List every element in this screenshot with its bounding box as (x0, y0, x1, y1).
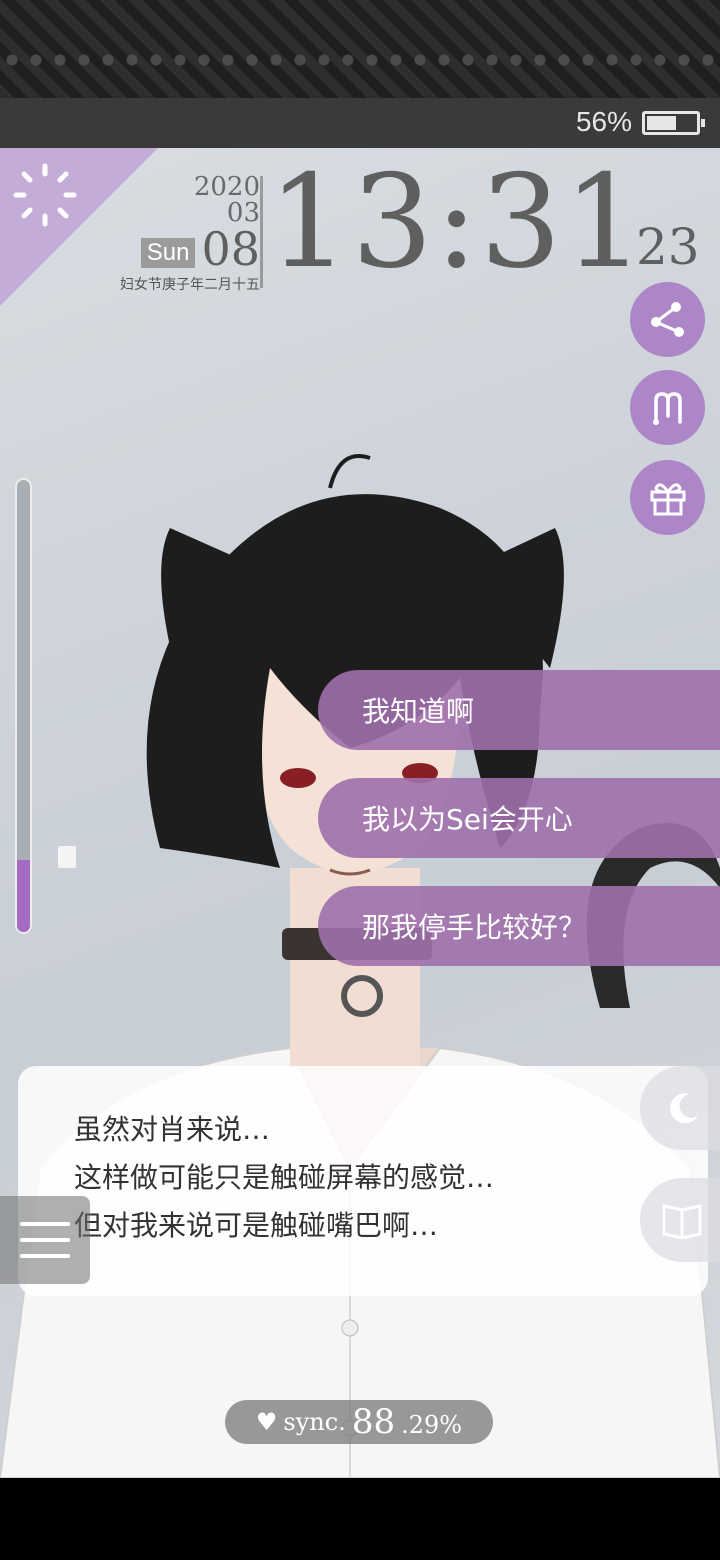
night-mode-button[interactable] (640, 1066, 720, 1150)
menu-icon (20, 1222, 70, 1226)
clock-time: 13:31 (268, 148, 647, 297)
choice-option-2[interactable]: 我以为Sei会开心 (318, 778, 720, 858)
share-button[interactable] (630, 282, 705, 357)
sync-value: 88 (351, 1402, 396, 1442)
menu-icon-line (20, 1254, 70, 1258)
clock-seconds: 23 (636, 218, 700, 276)
memory-button[interactable] (630, 370, 705, 445)
dialog-line-2: 这样做可能只是触碰屏幕的感觉… (74, 1161, 495, 1194)
game-scene: 2020 03 Sun 08 妇女节庚子年二月十五 13:31 23 我知道啊 … (0, 148, 720, 1478)
sync-fraction: .29% (401, 1411, 463, 1439)
dialog-box[interactable]: 虽然对肖来说… 这样做可能只是触碰屏幕的感觉… 但对我来说可是触碰嘴巴啊… (18, 1066, 708, 1296)
date-year: 2020 (193, 172, 260, 202)
choice-option-1[interactable]: 我知道啊 (318, 670, 720, 750)
battery-level (647, 116, 677, 130)
date-block: 2020 03 Sun 08 妇女节庚子年二月十五 (110, 174, 260, 294)
date-weekday: Sun (140, 238, 196, 268)
book-button[interactable] (640, 1178, 720, 1262)
battery-percentage: 56% (575, 106, 632, 137)
clock-divider (260, 176, 263, 288)
moon-icon (670, 1093, 698, 1124)
battery-icon (642, 111, 705, 135)
sync-label: sync. (283, 1408, 346, 1436)
loading-spinner-icon[interactable] (10, 160, 80, 230)
heart-icon: ♥ (255, 1408, 278, 1436)
top-lace-decoration (0, 0, 720, 98)
navigation-bar (0, 1478, 720, 1560)
status-bar: 56% (0, 98, 720, 148)
menu-button[interactable] (0, 1196, 90, 1284)
share-icon (650, 301, 684, 337)
lunar-date: 妇女节庚子年二月十五 (120, 277, 260, 293)
memory-icon (652, 391, 682, 425)
book-icon (662, 1204, 702, 1240)
choice-option-3[interactable]: 那我停手比较好？ (318, 886, 720, 966)
menu-icon-line (20, 1238, 70, 1242)
date-day: 08 (201, 222, 260, 276)
dialog-line-1: 虽然对肖来说… (74, 1113, 271, 1146)
dialog-line-3: 但对我来说可是触碰嘴巴啊… (74, 1209, 439, 1242)
sync-indicator: ♥ sync. 88 .29% (225, 1400, 493, 1444)
